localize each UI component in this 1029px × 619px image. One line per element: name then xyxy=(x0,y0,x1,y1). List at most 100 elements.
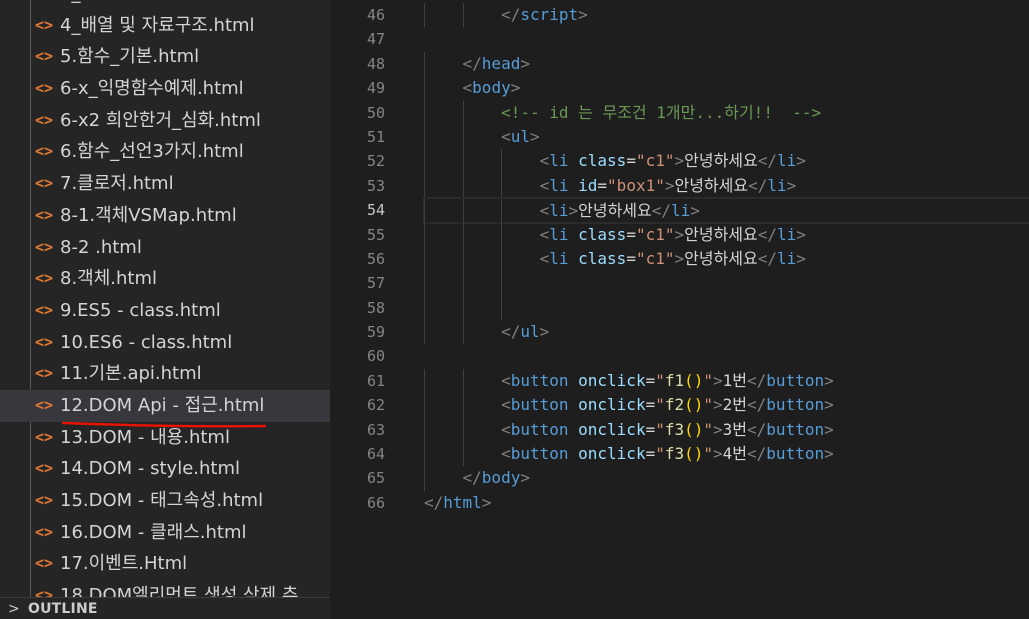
indent-guide xyxy=(424,271,425,296)
code-line[interactable]: <button onclick="f2()">2번</button> xyxy=(424,393,1029,418)
file-item[interactable]: <> 8.객체.html xyxy=(0,263,330,295)
html-file-icon: <> xyxy=(35,205,54,224)
code-token: > xyxy=(713,419,723,439)
code-token: </ xyxy=(501,5,521,24)
code-token: = xyxy=(645,395,656,415)
file-name: 17.이벤트.Html xyxy=(60,553,188,575)
code-line[interactable]: <li>안녕하세요</li> xyxy=(423,197,1029,224)
code-line[interactable]: <li class="c1">안녕하세요</li> xyxy=(424,149,1029,174)
code-line[interactable] xyxy=(424,271,1029,296)
code-token: li xyxy=(671,201,691,221)
file-item[interactable]: <> 14.DOM - style.html xyxy=(0,453,330,485)
line-number: 47 xyxy=(366,30,385,49)
code-token: > xyxy=(824,419,834,439)
code-token: > xyxy=(520,468,530,488)
code-line[interactable]: <button onclick="f1()">1번</button> xyxy=(424,368,1029,394)
file-name: 8.객체.html xyxy=(60,268,158,290)
code-token: li xyxy=(767,175,787,195)
indent-guide xyxy=(501,222,503,247)
file-name: 6.함수_선언3가지.html xyxy=(60,141,244,163)
indent-guide xyxy=(424,222,425,247)
line-number: 49 xyxy=(366,79,385,98)
file-item[interactable]: <> 16.DOM - 클래스.html xyxy=(0,517,330,549)
html-file-icon: <> xyxy=(35,554,54,573)
line-number: 46 xyxy=(366,6,385,24)
indent-guide xyxy=(424,173,425,199)
code-editor[interactable]: 46 47 48 49 50 51 52 53 54 55 56 57 58 59 60 61 62 63 64 65… xyxy=(330,0,1029,619)
code-token: > xyxy=(674,151,685,171)
file-item[interactable]: <> 11.기본.api.html xyxy=(0,358,330,390)
file-item[interactable]: <> 6.함수_선언3가지.html xyxy=(0,136,330,168)
code-line[interactable] xyxy=(424,27,1029,51)
code-token: > xyxy=(481,492,492,512)
file-item[interactable]: <> 8-1.객체VSMap.html xyxy=(0,200,330,232)
file-name: 5.함수_기본.html xyxy=(60,46,200,68)
file-item[interactable]: <> 10.ES6 - class.html xyxy=(0,327,330,359)
code-token: body xyxy=(472,78,511,98)
code-line[interactable]: <ul> xyxy=(424,124,1029,150)
line-number: 66 xyxy=(366,493,385,512)
indent-guide xyxy=(424,149,425,174)
code-line[interactable]: <body> xyxy=(424,76,1029,101)
code-line[interactable] xyxy=(424,295,1029,321)
outline-panel-header[interactable]: > OUTLINE xyxy=(0,597,330,619)
code-line[interactable]: <li id="box1">안녕하세요</li> xyxy=(424,173,1029,199)
code-token: > xyxy=(786,175,797,195)
code-line[interactable]: <button onclick="f3()">4번</button> xyxy=(424,442,1029,467)
code-line[interactable] xyxy=(424,344,1029,368)
code-token: < xyxy=(462,78,473,98)
code-token: () xyxy=(684,419,704,439)
file-name: 8-1.객체VSMap.html xyxy=(60,204,237,226)
code-token: li xyxy=(549,224,569,244)
code-token: < xyxy=(539,248,550,268)
file-name: 12.DOM Api - 접근.html xyxy=(60,394,265,416)
code-line[interactable]: </html> xyxy=(424,491,1029,515)
code-token: > xyxy=(578,5,588,24)
code-token: > xyxy=(796,224,806,244)
code-token: " xyxy=(655,419,665,439)
code-token: </ xyxy=(462,53,482,73)
file-item[interactable]: <> 17.이벤트.Html xyxy=(0,548,330,580)
indent-guide xyxy=(424,199,425,224)
code-line[interactable]: <!-- id 는 무조건 1개만...하기!! --> xyxy=(424,100,1029,125)
code-token: > xyxy=(568,201,579,221)
file-item[interactable]: <> 4_배열 및 자료구조.html xyxy=(0,10,330,42)
html-file-icon: <> xyxy=(35,0,53,10)
code-line[interactable]: </body> xyxy=(424,466,1029,491)
file-item[interactable]: <> 3_...html xyxy=(0,0,330,10)
line-number: 57 xyxy=(366,274,385,293)
explorer-sidebar: <> 3_...html <> 4_배열 및 자료구조.html <> 5.함수_기본.h… xyxy=(0,0,330,619)
file-item[interactable]: <> 9.ES5 - class.html xyxy=(0,295,330,327)
code-token: onclick xyxy=(578,419,646,439)
line-number: 60 xyxy=(366,347,385,366)
indent-guide xyxy=(462,295,464,321)
code-token: ul xyxy=(510,126,530,146)
file-name: 6-x_익명함수예제.html xyxy=(60,78,244,100)
code-token: > xyxy=(824,444,834,464)
file-item[interactable]: <> 15.DOM - 태그속성.html xyxy=(0,485,330,517)
code-line[interactable]: </script> xyxy=(424,3,1029,28)
file-item[interactable]: <> 8-2 .html xyxy=(0,232,330,264)
code-token: button xyxy=(766,395,825,415)
indent-guide xyxy=(424,76,425,101)
file-item[interactable]: <> 7.클로저.html xyxy=(0,168,330,200)
code-line[interactable]: <li class="c1">안녕하세요</li> xyxy=(424,246,1029,272)
code-token: button xyxy=(766,419,825,439)
html-file-icon: <> xyxy=(35,300,54,319)
code-line[interactable]: </ul> xyxy=(424,320,1029,345)
file-item[interactable]: <> 6-x2 희안한거_심화.html xyxy=(0,105,330,137)
code-line[interactable]: <li class="c1">안녕하세요</li> xyxy=(424,222,1029,247)
code-token: > xyxy=(529,126,540,146)
code-token: li xyxy=(549,248,569,268)
code-line[interactable]: <button onclick="f3()">3번</button> xyxy=(424,417,1029,443)
file-item[interactable]: <> 5.함수_기본.html xyxy=(0,41,330,73)
code-token: 3번 xyxy=(722,419,748,439)
code-line[interactable]: </head> xyxy=(424,51,1029,77)
code-token: = xyxy=(645,419,656,439)
file-item[interactable]: <> 12.DOM Api - 접근.html xyxy=(0,389,330,422)
code-area[interactable]: </script> </head> <body> <!-- id 는 무조건 1… xyxy=(423,3,1029,515)
file-item[interactable]: <> 6-x_익명함수예제.html xyxy=(0,73,330,105)
